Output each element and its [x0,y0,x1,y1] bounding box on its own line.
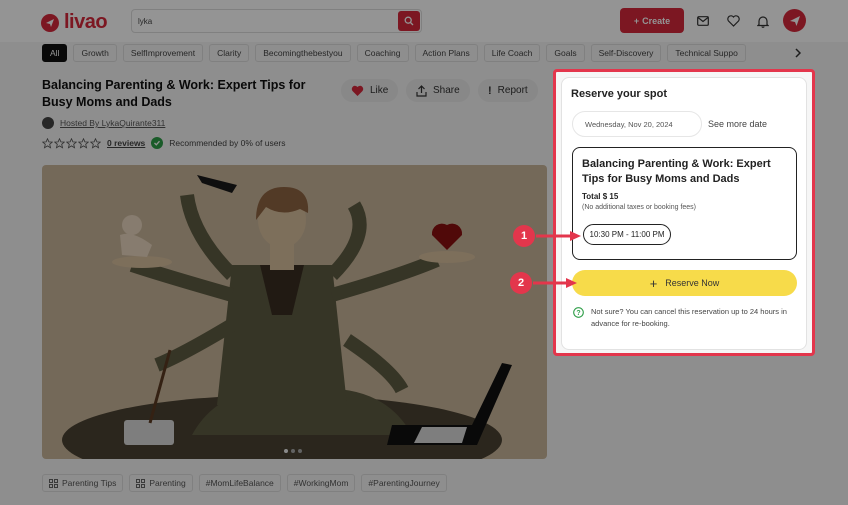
event-card-title: Balancing Parenting & Work: Expert Tips … [582,158,771,185]
svg-text:?: ? [576,310,580,317]
event-fees-note: (No additional taxes or booking fees) [582,204,697,211]
cancel-info-text: Not sure? You can cancel this reservatio… [591,307,787,328]
annotation-arrow-2 [533,278,577,288]
question-circle-icon: ? [573,307,584,318]
see-more-date-link[interactable]: See more date [708,119,767,129]
time-slot-button[interactable]: 10:30 PM - 11:00 PM [583,224,671,245]
reserve-now-button[interactable]: + Reserve Now [572,270,797,296]
event-total: Total $ 15 [582,192,619,201]
plus-icon: + [649,275,658,291]
annotation-arrow-1 [536,231,581,241]
date-selector[interactable]: Wednesday, Nov 20, 2024 [572,111,702,137]
cancel-info: ? Not sure? You can cancel this reservat… [573,306,793,330]
annotation-badge-2: 2 [510,272,532,294]
reserve-now-label: Reserve Now [665,278,720,288]
reserve-title: Reserve your spot [571,88,667,100]
annotation-badge-1: 1 [513,225,535,247]
